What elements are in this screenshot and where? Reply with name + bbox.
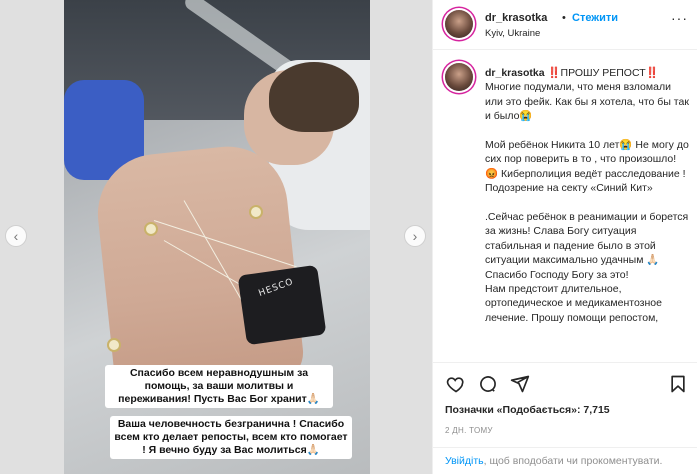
login-prompt: Увійдіть, щоб вподобати чи прокоментуват…: [433, 447, 697, 474]
photo-electrode: [249, 205, 263, 219]
login-prompt-text: , щоб вподобати чи прокоментувати.: [483, 455, 663, 467]
post-header: dr_krasotka • Стежити Kyiv, Ukraine ···: [433, 0, 697, 50]
share-icon[interactable]: [509, 373, 531, 395]
comment-icon[interactable]: [477, 373, 499, 395]
login-link[interactable]: Увійдіть: [445, 455, 484, 467]
post-details-panel: dr_krasotka • Стежити Kyiv, Ukraine ··· …: [432, 0, 697, 474]
caption-author[interactable]: dr_krasotka: [485, 67, 545, 79]
photo-electrode: [107, 338, 121, 352]
separator-dot: •: [562, 12, 566, 24]
follow-button[interactable]: Стежити: [572, 12, 618, 24]
heart-icon[interactable]: [445, 373, 467, 395]
photo-hair: [269, 62, 359, 132]
chevron-left-icon[interactable]: ‹: [5, 225, 27, 247]
avatar[interactable]: [445, 10, 473, 38]
photo-caption-1: Спасибо всем неравнодушным за помощь, за…: [105, 365, 333, 408]
likes-count[interactable]: Позначки «Подобається»: 7,715: [445, 404, 610, 416]
photo-bp-cuff: [237, 264, 327, 346]
post-caption: dr_krasotka ‼️ПРОШУ РЕПОСТ‼️ Многие поду…: [485, 66, 690, 350]
caption-paragraph-2: Мой ребёнок Никита 10 лет😭 Не могу до си…: [485, 139, 689, 195]
action-bar: [433, 362, 697, 402]
chevron-right-icon[interactable]: ›: [404, 225, 426, 247]
post-time[interactable]: 2 ДН. ТОМУ: [445, 426, 493, 435]
username-link[interactable]: dr_krasotka: [485, 12, 547, 24]
caption-paragraph-3: .Сейчас ребёнок в реанимации и борется з…: [485, 211, 689, 324]
avatar[interactable]: [445, 63, 473, 91]
photo-electrode: [144, 222, 158, 236]
more-options-icon[interactable]: ···: [671, 10, 688, 26]
bookmark-icon[interactable]: [667, 373, 689, 395]
location-link[interactable]: Kyiv, Ukraine: [485, 28, 540, 39]
photo-caption-2: Ваша человечность безгранична ! Спасибо …: [110, 416, 352, 459]
